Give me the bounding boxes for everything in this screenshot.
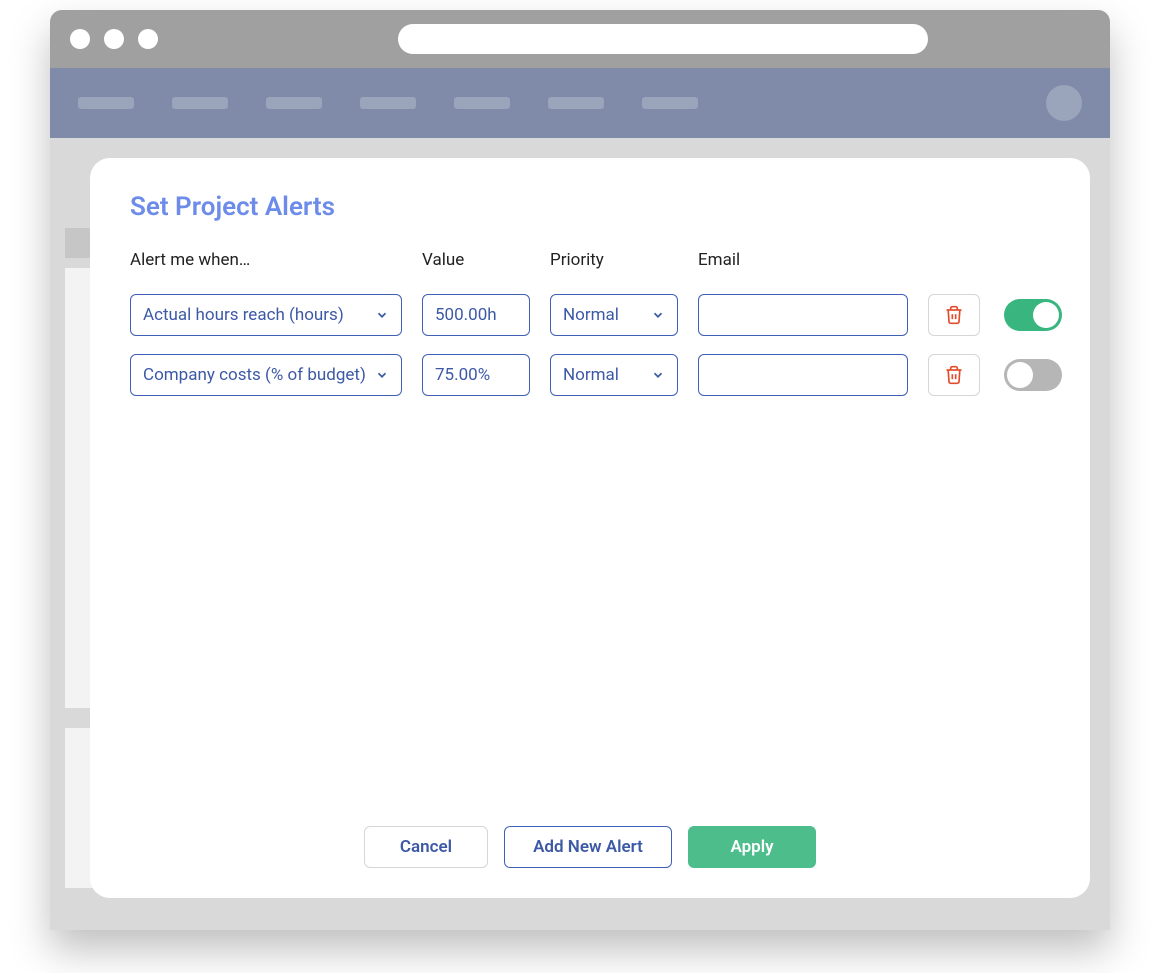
alert-enabled-toggle[interactable] [1004, 359, 1062, 391]
column-header-email: Email [698, 250, 908, 276]
alert-condition-select[interactable]: Actual hours reach (hours) [130, 294, 402, 336]
alert-priority-label: Normal [563, 365, 647, 385]
toggle-knob-icon [1033, 302, 1059, 328]
nav-item[interactable] [172, 97, 228, 109]
alert-condition-select[interactable]: Company costs (% of budget) [130, 354, 402, 396]
alert-priority-select[interactable]: Normal [550, 354, 678, 396]
column-header-condition: Alert me when… [130, 250, 402, 276]
alert-value-input[interactable]: 500.00h [422, 294, 530, 336]
alert-email-input[interactable] [698, 294, 908, 336]
app-content-backdrop: Set Project Alerts Alert me when… Value … [50, 138, 1110, 930]
browser-titlebar [50, 10, 1110, 68]
trash-icon [944, 304, 964, 326]
alert-enabled-toggle[interactable] [1004, 299, 1062, 331]
set-project-alerts-modal: Set Project Alerts Alert me when… Value … [90, 158, 1090, 898]
chevron-down-icon [375, 308, 389, 322]
add-new-alert-button[interactable]: Add New Alert [504, 826, 672, 868]
column-header-priority: Priority [550, 250, 678, 276]
alert-priority-select[interactable]: Normal [550, 294, 678, 336]
alerts-grid: Alert me when… Value Priority Email Actu… [130, 250, 1050, 396]
nav-item[interactable] [78, 97, 134, 109]
nav-item[interactable] [454, 97, 510, 109]
alert-email-input[interactable] [698, 354, 908, 396]
trash-icon [944, 364, 964, 386]
minimize-dot-icon[interactable] [104, 29, 124, 49]
url-bar[interactable] [398, 24, 928, 54]
traffic-lights [70, 29, 158, 49]
alert-value-text: 500.00h [435, 305, 517, 325]
close-dot-icon[interactable] [70, 29, 90, 49]
chevron-down-icon [651, 308, 665, 322]
maximize-dot-icon[interactable] [138, 29, 158, 49]
delete-alert-button[interactable] [928, 294, 980, 336]
nav-item[interactable] [266, 97, 322, 109]
column-header-value: Value [422, 250, 530, 276]
cancel-button[interactable]: Cancel [364, 826, 488, 868]
modal-footer: Cancel Add New Alert Apply [130, 826, 1050, 874]
alert-condition-label: Company costs (% of budget) [143, 365, 371, 385]
avatar[interactable] [1046, 85, 1082, 121]
toggle-knob-icon [1007, 362, 1033, 388]
alert-condition-label: Actual hours reach (hours) [143, 305, 371, 325]
alert-value-text: 75.00% [435, 365, 517, 385]
browser-window: Set Project Alerts Alert me when… Value … [50, 10, 1110, 930]
app-header [50, 68, 1110, 138]
nav-item[interactable] [642, 97, 698, 109]
alert-priority-label: Normal [563, 305, 647, 325]
chevron-down-icon [651, 368, 665, 382]
modal-title: Set Project Alerts [130, 192, 1050, 222]
apply-button[interactable]: Apply [688, 826, 816, 868]
delete-alert-button[interactable] [928, 354, 980, 396]
chevron-down-icon [375, 368, 389, 382]
nav-item[interactable] [548, 97, 604, 109]
alert-value-input[interactable]: 75.00% [422, 354, 530, 396]
nav-item[interactable] [360, 97, 416, 109]
